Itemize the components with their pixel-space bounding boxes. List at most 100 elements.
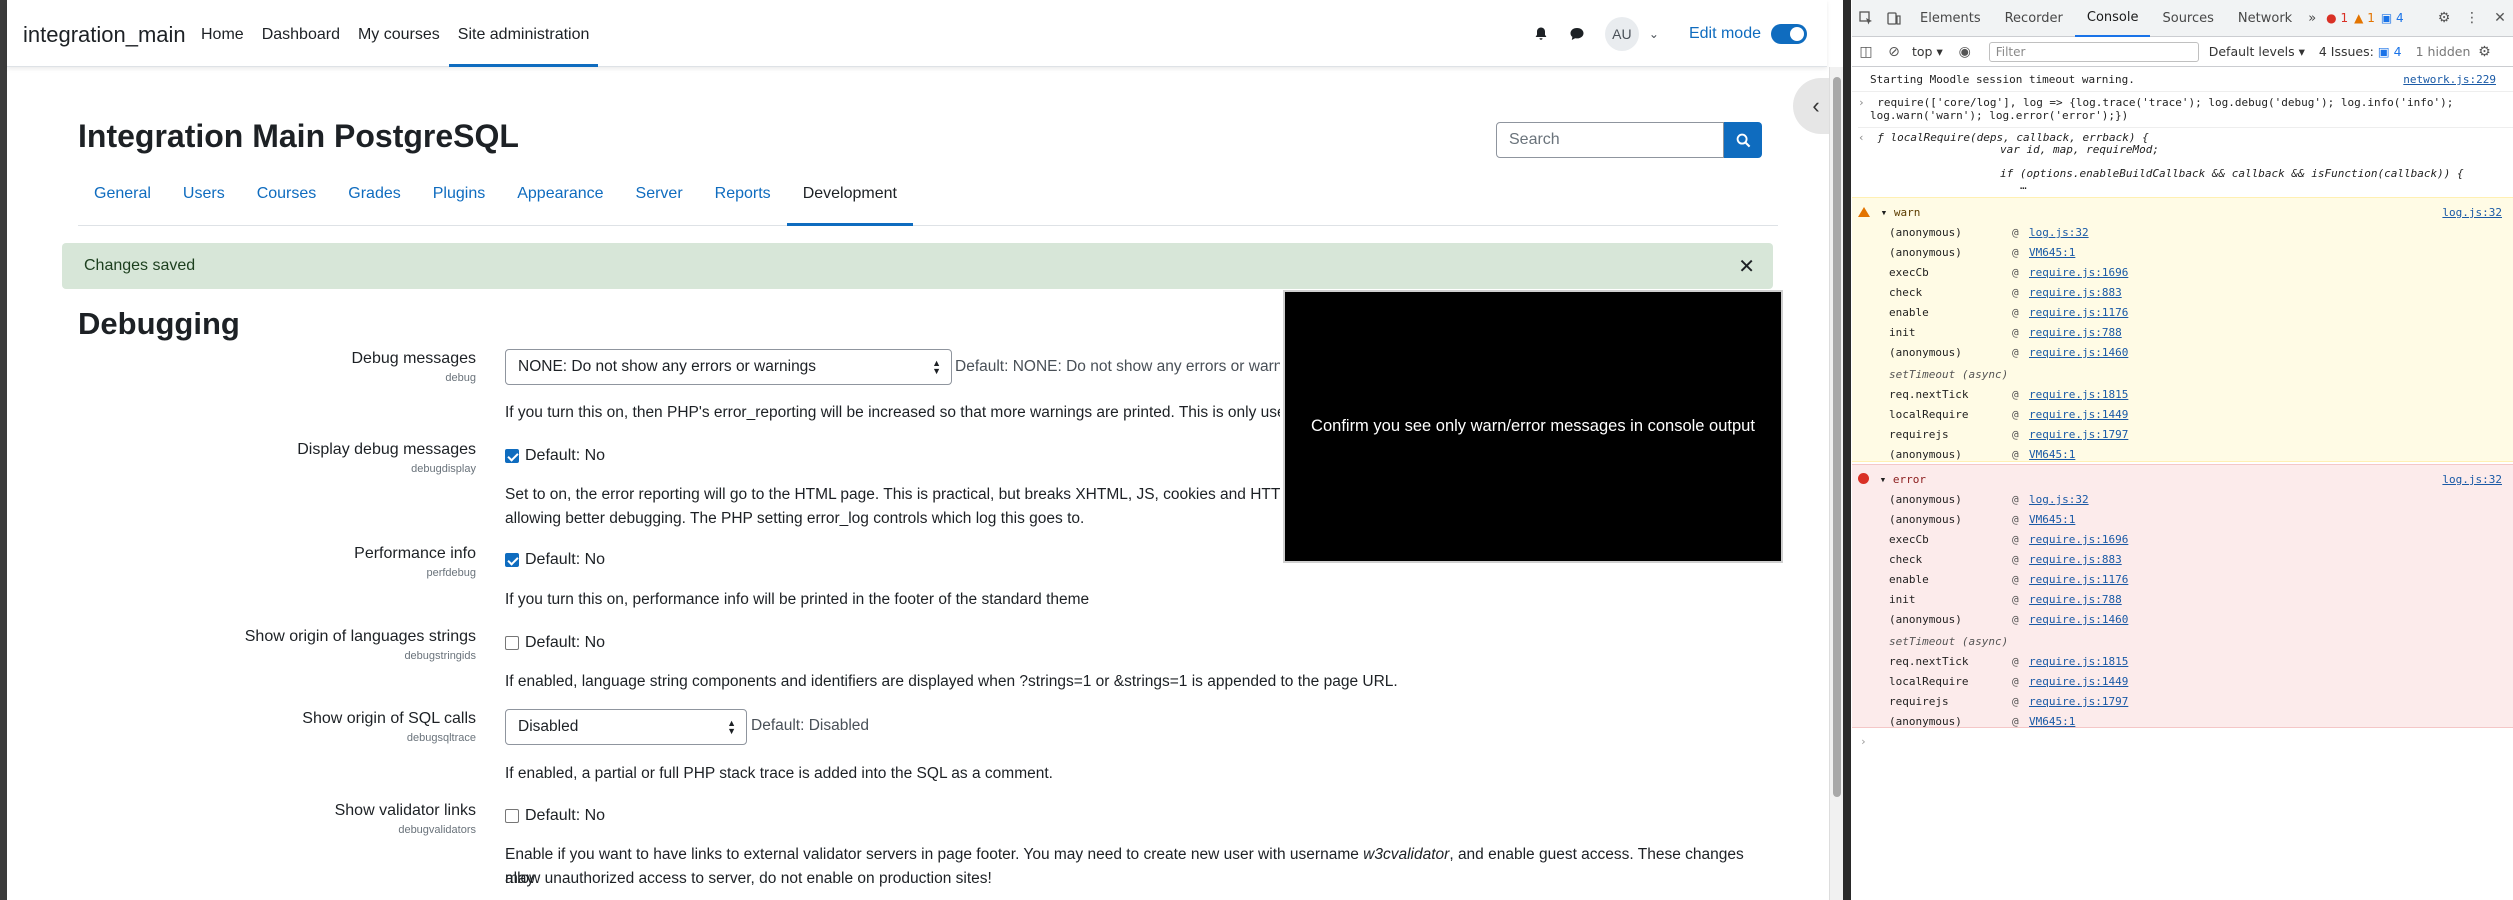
source-link[interactable]: log.js:32 xyxy=(2442,473,2502,486)
perfdebug-description: If you turn this on, performance info wi… xyxy=(505,591,1090,608)
filter-input[interactable]: Filter xyxy=(1988,41,2199,62)
stack-frame: (anonymous) @ log.js:32 xyxy=(1889,493,2089,506)
info-count-badge[interactable]: ▣ 4 xyxy=(2381,11,2404,25)
success-alert: Changes saved ✕ xyxy=(62,243,1773,289)
navbar-right: AU ⌄ Edit mode xyxy=(1523,0,1827,67)
close-icon[interactable]: ✕ xyxy=(1738,254,1755,279)
stack-frame: execCb @ require.js:1696 xyxy=(1889,266,2129,279)
debugdisplay-default: Default: No xyxy=(525,447,606,464)
hidden-count: 1 hidden xyxy=(2415,44,2471,59)
tab-development[interactable]: Development xyxy=(786,175,913,226)
warning-count-badge[interactable]: ▲ 1 xyxy=(2354,11,2375,25)
stack-frame: localRequire @ require.js:1449 xyxy=(1889,675,2129,688)
source-link[interactable]: log.js:32 xyxy=(2442,206,2502,219)
tab-server[interactable]: Server xyxy=(620,175,699,226)
close-icon[interactable]: ✕ xyxy=(2486,0,2513,37)
edit-mode-label: Edit mode xyxy=(1688,24,1761,42)
stack-frame: (anonymous) @ VM645:1 xyxy=(1889,513,2076,526)
bell-icon[interactable] xyxy=(1523,16,1559,52)
nav-my-courses[interactable]: My courses xyxy=(349,0,449,67)
source-link[interactable]: network.js:229 xyxy=(2403,73,2496,86)
tab-console[interactable]: Console xyxy=(2074,0,2151,37)
tab-plugins[interactable]: Plugins xyxy=(417,175,501,226)
edit-mode-toggle[interactable] xyxy=(1771,23,1807,44)
devtools-tabbar: Elements Recorder Console Sources Networ… xyxy=(1852,0,2513,37)
tab-courses[interactable]: Courses xyxy=(241,175,333,226)
window-edge xyxy=(0,0,7,900)
search-icon xyxy=(1736,133,1750,147)
device-toggle-icon[interactable] xyxy=(1880,0,1908,37)
stack-frame: (anonymous) @ require.js:1460 xyxy=(1889,346,2129,359)
stack-frame: localRequire @ require.js:1449 xyxy=(1889,408,2129,421)
chat-icon[interactable] xyxy=(1559,16,1595,52)
tab-reports[interactable]: Reports xyxy=(699,175,787,226)
error-icon: ● xyxy=(2326,11,2337,25)
tab-sources[interactable]: Sources xyxy=(2150,0,2225,37)
more-tabs-icon[interactable]: » xyxy=(2304,0,2320,37)
issues-counter[interactable]: 4 Issues: ▣ 4 xyxy=(2319,44,2402,59)
nav-site-administration[interactable]: Site administration xyxy=(448,0,599,67)
console-warn-entry: ▾ warn log.js:32 (anonymous) @ log.js:32 (… xyxy=(1852,197,2513,462)
page-scrollbar[interactable] xyxy=(1829,67,1843,900)
gear-icon[interactable]: ⚙ xyxy=(2430,0,2458,37)
panel-divider[interactable] xyxy=(1843,0,1851,900)
tab-grades[interactable]: Grades xyxy=(332,175,416,226)
site-brand[interactable]: integration_main xyxy=(23,22,186,48)
section-title: Debugging xyxy=(78,306,240,341)
stack-frame: init @ require.js:788 xyxy=(1889,326,2122,339)
debugvalidators-checkbox[interactable] xyxy=(505,809,519,823)
expand-icon[interactable]: ▾ xyxy=(1880,473,1887,486)
return-arrow-icon: ‹ xyxy=(1858,131,1865,144)
clear-console-icon[interactable]: ⊘ xyxy=(1880,33,1908,70)
stack-frame: requirejs @ require.js:1797 xyxy=(1889,695,2129,708)
tab-appearance[interactable]: Appearance xyxy=(501,175,619,226)
debugstringids-checkbox[interactable] xyxy=(505,636,519,650)
stack-frame: req.nextTick @ require.js:1815 xyxy=(1889,655,2129,668)
expand-icon[interactable]: ▾ xyxy=(1881,206,1888,219)
tab-general[interactable]: General xyxy=(78,175,167,226)
tab-recorder[interactable]: Recorder xyxy=(1993,0,2075,37)
stack-frame: check @ require.js:883 xyxy=(1889,286,2122,299)
nav-home[interactable]: Home xyxy=(192,0,253,67)
debugsqltrace-select[interactable]: Disabled ▲ ▼ xyxy=(505,709,747,745)
perfdebug-default: Default: No xyxy=(525,551,606,568)
select-arrows-icon: ▲ ▼ xyxy=(727,718,736,736)
kebab-menu-icon[interactable]: ⋮ xyxy=(2458,0,2486,37)
primary-navigation: Home Dashboard My courses Site administr… xyxy=(192,0,599,67)
console-return: ‹ ƒ localRequire(deps, callback, errback… xyxy=(1858,127,2513,144)
stack-frame: init @ require.js:788 xyxy=(1889,593,2122,606)
chevron-down-icon[interactable]: ⌄ xyxy=(1649,27,1659,41)
console-prompt[interactable]: › xyxy=(1860,735,2513,748)
debugdisplay-description-1: Set to on, the error reporting will go t… xyxy=(505,486,1280,503)
user-avatar[interactable]: AU xyxy=(1604,16,1639,51)
tab-network[interactable]: Network xyxy=(2226,0,2304,37)
nav-dashboard[interactable]: Dashboard xyxy=(253,0,349,67)
log-levels-dropdown[interactable]: Default levels ▾ xyxy=(2209,44,2305,59)
sidebar-toggle-icon[interactable]: ◫ xyxy=(1852,33,1880,70)
debugdisplay-checkbox[interactable] xyxy=(505,449,519,463)
page-title: Integration Main PostgreSQL xyxy=(78,118,519,154)
debugsqltrace-default: Default: Disabled xyxy=(751,717,870,734)
debugvalidators-description-2: allow unauthorized access to server, do … xyxy=(505,870,992,887)
error-count-badge[interactable]: ● 1 xyxy=(2326,11,2348,25)
tab-users[interactable]: Users xyxy=(167,175,241,226)
tab-elements[interactable]: Elements xyxy=(1908,0,1993,37)
debugstringids-description: If enabled, language string components a… xyxy=(505,673,1398,690)
overlay-message: Confirm you see only warn/error messages… xyxy=(1311,417,1755,435)
stack-frame: check @ require.js:883 xyxy=(1889,553,2122,566)
message-icon: ▣ xyxy=(2380,11,2393,25)
async-separator: setTimeout (async) xyxy=(1889,635,2009,648)
error-icon xyxy=(1858,473,1869,484)
inspect-icon[interactable] xyxy=(1852,0,1880,37)
perfdebug-checkbox[interactable] xyxy=(505,553,519,567)
warning-icon: ▲ xyxy=(2354,11,2364,25)
context-selector[interactable]: top ▾ xyxy=(1912,44,1943,59)
search-input[interactable]: Search xyxy=(1496,122,1724,158)
scrollbar-thumb[interactable] xyxy=(1833,77,1841,797)
eye-icon[interactable]: ◉ xyxy=(1951,33,1979,70)
search-button[interactable] xyxy=(1724,122,1762,158)
debug-select[interactable]: NONE: Do not show any errors or warnings… xyxy=(505,349,952,385)
console-settings-icon[interactable]: ⚙ xyxy=(2470,33,2498,70)
stack-frame: (anonymous) @ VM645:1 xyxy=(1889,715,2076,728)
select-arrows-icon: ▲ ▼ xyxy=(932,358,941,376)
